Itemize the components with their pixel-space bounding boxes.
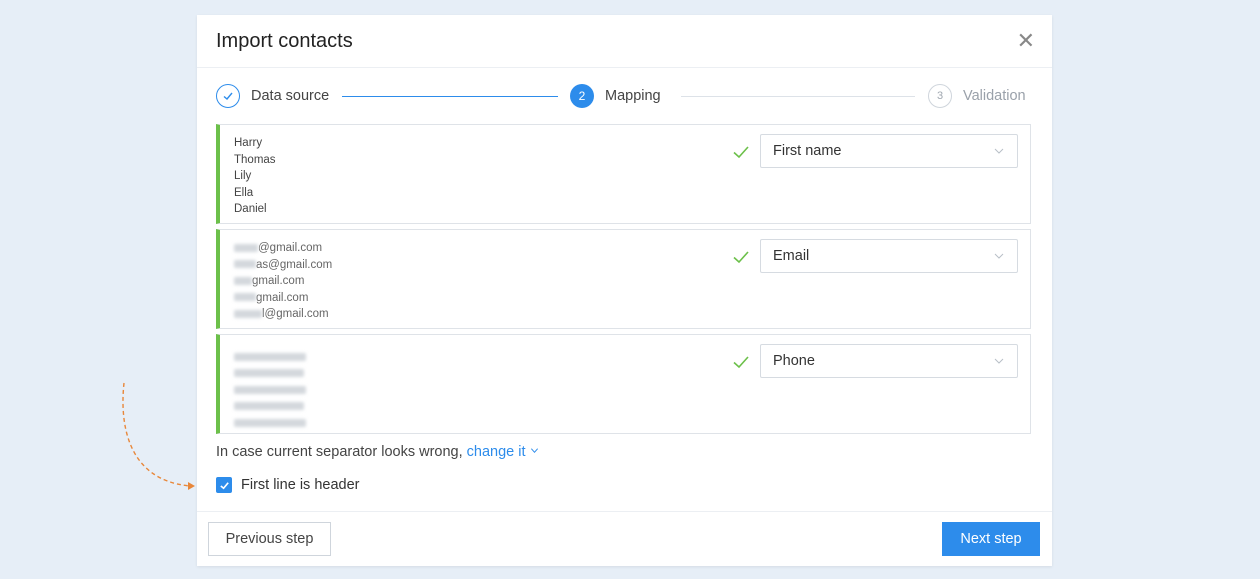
sample-row: gmail.com — [234, 273, 332, 290]
step-connector — [342, 96, 558, 97]
change-separator-link[interactable]: change it — [467, 444, 539, 460]
chevron-down-icon — [994, 148, 1004, 154]
sample-value: Harry — [234, 137, 263, 149]
redacted-value — [234, 415, 306, 432]
chevron-down-icon — [530, 448, 538, 454]
first-line-header-checkbox[interactable] — [216, 477, 232, 493]
step-mapping[interactable]: 2 Mapping — [570, 83, 661, 109]
redacted-value — [234, 349, 306, 366]
column-mapping-row: Phone — [216, 334, 1031, 434]
step-label: Mapping — [605, 88, 661, 104]
column-samples: @gmail.com as@gmail.com gmail.com gmail.… — [234, 240, 332, 323]
redacted-value — [234, 399, 306, 416]
step-data-source[interactable]: Data source — [216, 83, 329, 109]
first-line-header-option[interactable]: First line is header — [216, 477, 359, 493]
import-contacts-dialog: Import contacts ✕ Data source 2 Mapping … — [197, 15, 1052, 566]
select-value: Email — [773, 248, 810, 264]
redacted-value — [234, 382, 306, 399]
annotation-arrow-icon — [122, 382, 195, 490]
dialog-header: Import contacts ✕ — [197, 15, 1052, 68]
sample-row: @gmail.com — [234, 240, 332, 257]
valid-check-icon — [733, 146, 749, 159]
separator-note-text: In case current separator looks wrong, — [216, 444, 467, 460]
dialog-footer: Previous step Next step — [197, 511, 1052, 566]
step-label: Data source — [251, 88, 330, 104]
column-samples — [234, 349, 306, 432]
sample-value: Lily — [234, 170, 252, 182]
change-separator-label: change it — [466, 444, 526, 460]
chevron-down-icon — [994, 358, 1004, 364]
chevron-down-icon — [994, 253, 1004, 259]
sample-value: @gmail.com — [258, 242, 323, 254]
checkbox-label: First line is header — [241, 477, 360, 493]
column-samples: Harry Thomas Lily Ella Daniel — [234, 135, 276, 218]
field-select[interactable]: Email — [760, 239, 1018, 273]
select-value: First name — [773, 143, 842, 159]
sample-value: l@gmail.com — [262, 308, 329, 320]
column-mapping-row: @gmail.com as@gmail.com gmail.com gmail.… — [216, 229, 1031, 329]
sample-row: as@gmail.com — [234, 257, 332, 274]
select-value: Phone — [773, 353, 815, 369]
step-number: 3 — [928, 84, 952, 108]
step-connector — [681, 96, 915, 97]
sample-row: l@gmail.com — [234, 306, 332, 323]
field-select[interactable]: Phone — [760, 344, 1018, 378]
close-icon[interactable]: ✕ — [1017, 30, 1035, 52]
separator-note: In case current separator looks wrong, c… — [216, 444, 539, 460]
step-label: Validation — [963, 88, 1026, 104]
sample-value: Ella — [234, 186, 254, 199]
valid-check-icon — [733, 356, 749, 369]
step-validation[interactable]: 3 Validation — [928, 83, 1026, 109]
sample-value: Thomas — [234, 153, 276, 166]
check-icon — [216, 84, 240, 108]
sample-value: Daniel — [234, 203, 267, 215]
step-number: 2 — [570, 84, 594, 108]
column-mapping-row: Harry Thomas Lily Ella Daniel First name — [216, 124, 1031, 224]
valid-check-icon — [733, 251, 749, 264]
dialog-title: Import contacts — [216, 29, 353, 52]
redacted-value — [234, 366, 306, 383]
next-step-button[interactable]: Next step — [942, 522, 1040, 556]
sample-value: as@gmail.com — [256, 258, 333, 271]
sample-row: gmail.com — [234, 290, 332, 307]
import-stepper: Data source 2 Mapping 3 Validation — [216, 83, 1032, 109]
sample-value: gmail.com — [252, 275, 305, 287]
sample-value: gmail.com — [256, 291, 309, 304]
previous-step-button[interactable]: Previous step — [208, 522, 331, 556]
field-select[interactable]: First name — [760, 134, 1018, 168]
